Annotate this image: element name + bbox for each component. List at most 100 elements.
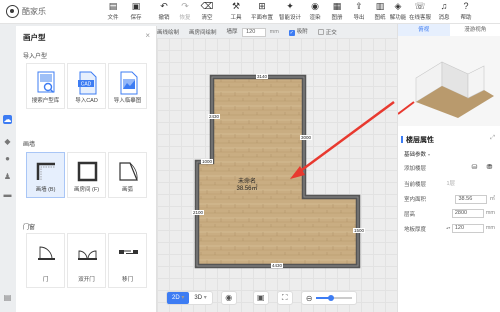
furniture-rail-icon[interactable]: ▬ <box>3 190 12 199</box>
floorplan-rail-icon[interactable]: ☁ <box>3 115 12 124</box>
toolbar-save-button[interactable]: ▣ 保存 <box>125 2 147 22</box>
draw-room-icon <box>77 161 98 182</box>
catalog-rail-icon[interactable]: ◆ <box>3 137 12 146</box>
support-icon: ☏ <box>414 1 426 11</box>
layout-icon: ⊞ <box>258 1 266 11</box>
camera-icon: ◉ <box>311 1 319 11</box>
stepper-icon[interactable]: ▴▾ <box>446 225 450 230</box>
undo-icon: ↶ <box>160 1 168 11</box>
double-door-card[interactable]: 双开门 <box>67 233 106 288</box>
slab-thickness-row: 地板厚度 ▴▾ 120 mm <box>404 224 495 233</box>
add-floor-above-icon[interactable]: ⛁ <box>469 163 480 171</box>
room-area: 38.56㎡ <box>236 186 258 192</box>
album-icon: ▦ <box>332 1 342 11</box>
tab-roam-view[interactable]: 漫游视角 <box>450 24 500 36</box>
add-floor-below-icon[interactable]: ⛃ <box>484 163 495 171</box>
visibility-button[interactable]: ◉ <box>220 291 237 305</box>
tab-top-view[interactable]: 俯视 <box>398 24 450 36</box>
preview-arrow <box>398 101 415 115</box>
zoom-slider-handle[interactable] <box>327 295 334 301</box>
dim-left-upper: 2430 <box>208 114 221 119</box>
toolbar-help-button[interactable]: ? 帮助 <box>455 1 477 22</box>
snap-toggle[interactable]: ✓ 吸附 <box>288 27 308 36</box>
toolbar-ai-design-button[interactable]: ✦ 智能设计 <box>276 2 304 22</box>
view-2d-button[interactable]: 2D ▾ <box>167 292 190 304</box>
app-name: 酷家乐 <box>22 7 46 16</box>
wall-thickness: 墙厚 120 mm <box>227 27 279 37</box>
properties-title: 楼层属性 <box>401 136 434 144</box>
sliding-door-card[interactable]: 移门 <box>108 233 147 288</box>
lock-button[interactable]: ▣ <box>252 291 269 305</box>
import-cad-card[interactable]: CAD 导入CAD <box>67 63 106 109</box>
dim-middle-left: 1000 <box>201 159 214 164</box>
toolbar-redo-button[interactable]: ↷ 恢复 <box>174 1 196 22</box>
view-tabs: 俯视 漫游视角 <box>398 24 500 36</box>
zoom-control[interactable]: ⊖ <box>300 291 358 305</box>
toolbar-tools-button[interactable]: ⚒ 工具 <box>225 1 247 22</box>
toolbar-undo-button[interactable]: ↶ 撤销 <box>153 1 175 22</box>
toolbar-file-button[interactable]: ▤ 文件 <box>102 2 124 22</box>
room-label[interactable]: 未命名 38.56㎡ <box>228 179 266 193</box>
toolbar-export-button[interactable]: ⇪ 导出 <box>348 2 370 22</box>
current-floor-value: 1层 <box>446 181 455 187</box>
view-3d-button[interactable]: 3D ▾ <box>189 292 211 304</box>
expand-icon[interactable]: ⤢ <box>490 135 495 142</box>
toolbar-layout-button[interactable]: ⊞ 平面布置 <box>248 1 276 22</box>
help-icon: ? <box>463 1 469 11</box>
dim-left-lower: 2100 <box>192 210 205 215</box>
import-trace-card[interactable]: 导入临摹图 <box>108 63 147 109</box>
draw-wall-card[interactable]: 画墙 (B) <box>26 152 65 198</box>
draw-room-card[interactable]: 画房间 (F) <box>67 152 106 198</box>
ortho-toggle[interactable]: 正交 <box>317 28 337 36</box>
door-card[interactable]: 门 <box>26 233 65 288</box>
floor-height-input[interactable]: 2800 <box>451 209 484 218</box>
indoor-area-row: 室内面积 38.56 ㎡ <box>404 195 495 204</box>
slab-thickness-input[interactable]: 120 <box>451 224 484 233</box>
fit-screen-icon: ⛶ <box>281 293 288 302</box>
user-rail-icon[interactable]: ♟ <box>3 172 12 181</box>
design-canvas[interactable] <box>157 38 397 312</box>
fit-view-button[interactable]: ⛶ <box>276 291 293 305</box>
toolbar-render-button[interactable]: ◉ 渲染 <box>304 1 326 22</box>
search-floorplan-icon <box>37 71 55 93</box>
search-floorplan-card[interactable]: 搜索户型库 <box>26 63 65 109</box>
close-icon[interactable]: × <box>145 31 150 40</box>
wall-thickness-label: 墙厚 <box>226 28 238 35</box>
room-name: 未命名 <box>237 179 256 185</box>
toolbar-support-button[interactable]: ☏ 在线客服 <box>407 1 433 22</box>
redo-icon: ↷ <box>181 1 189 11</box>
zoom-slider[interactable] <box>316 295 353 301</box>
view-mode-switch: 2D ▾ 3D ▾ <box>166 291 213 305</box>
clear-icon: ⌫ <box>200 1 214 11</box>
left-rail: ☁ ◆ ● ♟ ▬ ▤ <box>0 100 14 312</box>
wrench-icon: ⚒ <box>231 1 241 11</box>
right-panel: 俯视 漫游视角 楼层属性 ⤢ 基础参数 ▾ 添加楼层 ⛁ ⛃ 当前楼层 1层 室内面… <box>397 24 500 312</box>
3d-preview[interactable] <box>398 36 500 126</box>
chevron-down-icon: ▾ <box>428 152 431 157</box>
dim-top: 3140 <box>256 74 269 79</box>
material-rail-icon[interactable]: ● <box>3 154 12 163</box>
add-floor-row: 添加楼层 ⛁ ⛃ <box>404 164 495 174</box>
indoor-area-input[interactable]: 38.56 <box>455 195 488 204</box>
basic-params-header[interactable]: 基础参数 ▾ <box>404 150 430 158</box>
bell-icon: ♫ <box>440 1 448 11</box>
floorplan-panel: 画户型 × 导入户型 搜索户型库 CAD 导入CAD 导入临摹图 画墙 画墙 (… <box>16 26 157 312</box>
app-logo[interactable]: 酷家乐 <box>6 5 46 18</box>
trace-image-icon <box>120 71 138 95</box>
dim-right-upper: 3000 <box>300 135 313 140</box>
draw-room-option[interactable]: 画房间绘制 <box>189 28 217 36</box>
toolbar-clear-button[interactable]: ⌫ 清空 <box>196 1 218 22</box>
eye-icon: ◉ <box>225 293 233 302</box>
top-toolbar: 酷家乐 ▤ 文件 ▣ 保存 ↶ 撤销 ↷ 恢复 ⌫ 清空 ⚒ 工具 ⊞ 平面布置 ✦ 智能设计 … <box>0 0 500 24</box>
draw-wall-option[interactable]: 画线绘制 <box>157 28 179 36</box>
function-icon: ◈ <box>394 1 402 11</box>
toolbar-messages-button[interactable]: ♫ 消息 <box>433 1 455 22</box>
door-section-title: 门窗 <box>23 225 36 231</box>
toolbar-function-button[interactable]: ◈ 解功能 <box>388 1 408 22</box>
import-section-title: 导入户型 <box>23 54 48 60</box>
toolbar-album-button[interactable]: ▦ 图册 <box>326 1 348 22</box>
draw-arc-card[interactable]: 画弧 <box>108 152 147 198</box>
zoom-out-icon[interactable]: ⊖ <box>306 294 313 303</box>
wall-thickness-input[interactable]: 120 <box>242 27 267 37</box>
settings-rail-icon[interactable]: ▤ <box>3 293 12 302</box>
